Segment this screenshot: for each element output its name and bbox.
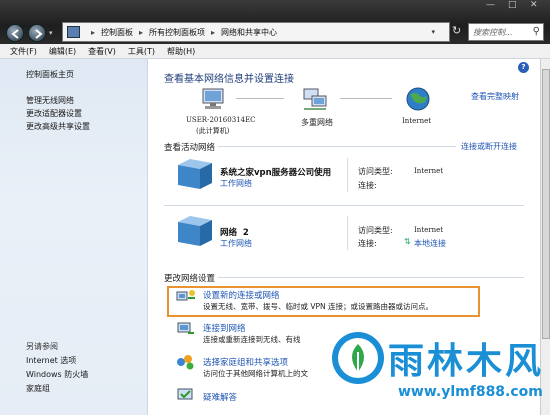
- scrollbar-thumb[interactable]: [542, 69, 550, 339]
- breadcrumb-separator-icon: ▸: [91, 27, 96, 37]
- menu-help[interactable]: 帮助(H): [167, 46, 195, 57]
- close-icon[interactable]: ✕: [530, 0, 538, 10]
- back-button[interactable]: [6, 24, 24, 42]
- map-connector-line: [236, 98, 284, 99]
- task-title[interactable]: 选择家庭组和共享选项: [203, 356, 288, 368]
- breadcrumb-all-items[interactable]: 所有控制面板项: [149, 27, 205, 38]
- work-network-icon: [178, 159, 212, 189]
- menu-tools[interactable]: 工具(T): [128, 46, 155, 57]
- local-connection-link[interactable]: 本地连接: [414, 238, 446, 249]
- access-type-value: Internet: [414, 167, 444, 175]
- computer-name: USER-20160314EC: [186, 116, 256, 124]
- refresh-icon[interactable]: ↻: [452, 24, 466, 38]
- troubleshoot-icon: [177, 388, 193, 400]
- watermark-logo-icon: [332, 332, 384, 384]
- homegroup-icon: [177, 355, 194, 370]
- menu-view[interactable]: 查看(V): [88, 46, 116, 57]
- search-input[interactable]: 搜索控制... ⚲: [468, 23, 544, 41]
- maximize-icon[interactable]: □: [508, 0, 517, 10]
- forward-arrow-icon: [35, 29, 43, 39]
- address-dropdown-icon[interactable]: ▾: [431, 28, 435, 36]
- connection-label: 连接:: [358, 239, 377, 248]
- breadcrumb-network-center[interactable]: 网络和共享中心: [221, 27, 277, 38]
- minimize-icon[interactable]: —: [486, 0, 495, 10]
- help-icon[interactable]: ?: [518, 62, 529, 73]
- menu-bar: 文件(F) 编辑(E) 查看(V) 工具(T) 帮助(H): [0, 44, 550, 59]
- access-type-label: 访问类型:: [358, 167, 393, 176]
- back-arrow-icon: [11, 29, 19, 39]
- divider: [164, 205, 524, 206]
- access-type-label: 访问类型:: [358, 226, 393, 235]
- network-type-link[interactable]: 工作网络: [220, 178, 252, 189]
- watermark: 雨林木风 www.ylmf888.com: [330, 326, 545, 414]
- divider: [347, 216, 348, 250]
- active-networks-title: 查看活动网络: [164, 143, 216, 153]
- connect-network-icon: [177, 322, 194, 334]
- breadcrumb-control-panel[interactable]: 控制面板: [101, 27, 133, 38]
- connection-label: 连接:: [358, 181, 377, 190]
- new-connection-icon: [176, 290, 195, 301]
- network-type-link[interactable]: 工作网络: [220, 238, 252, 249]
- divider: [218, 146, 456, 147]
- network-name: 网络 2: [220, 228, 249, 238]
- search-placeholder: 搜索控制...: [473, 28, 513, 37]
- menu-edit[interactable]: 编辑(E): [49, 46, 76, 57]
- task-title[interactable]: 连接到网络: [203, 322, 246, 334]
- task-title[interactable]: 疑难解答: [203, 391, 237, 403]
- address-bar[interactable]: ▸ 控制面板 ▸ 所有控制面板项 ▸ 网络和共享中心 ▾: [62, 22, 450, 42]
- menu-file[interactable]: 文件(F): [10, 46, 37, 57]
- internet-label: Internet: [402, 117, 432, 125]
- sidebar-link-wireless[interactable]: 管理无线网络: [26, 95, 74, 106]
- see-also-title: 另请参阅: [26, 342, 58, 351]
- task-title[interactable]: 设置新的连接或网络: [203, 289, 280, 301]
- local-connection-icon: ⇅: [404, 237, 411, 246]
- breadcrumb-separator-icon: ▸: [139, 27, 144, 37]
- breadcrumb-separator-icon: ▸: [211, 27, 216, 37]
- sidebar: 控制面板主页 管理无线网络 更改适配器设置 更改高级共享设置 另请参阅 Inte…: [0, 59, 148, 415]
- sidebar-link-internet-options[interactable]: Internet 选项: [26, 355, 76, 366]
- sidebar-link-homegroup[interactable]: 家庭组: [26, 383, 50, 394]
- network-name: 系统之家vpn服务器公司使用: [220, 168, 332, 178]
- full-map-link[interactable]: 查看完整映射: [471, 91, 519, 102]
- watermark-url: www.ylmf888.com: [398, 384, 543, 400]
- task-description: 访问位于其他网络计算机上的文: [203, 369, 308, 378]
- divider: [218, 277, 524, 278]
- sidebar-link-home[interactable]: 控制面板主页: [26, 69, 74, 80]
- connect-disconnect-link[interactable]: 连接或断开连接: [461, 141, 517, 152]
- sidebar-link-adapter[interactable]: 更改适配器设置: [26, 108, 82, 119]
- change-settings-title: 更改网络设置: [164, 274, 216, 284]
- watermark-text: 雨林木风: [388, 341, 545, 382]
- computer-icon: [202, 88, 224, 109]
- task-description: 设置无线、宽带、拨号、临时或 VPN 连接；或设置路由器或访问点。: [203, 302, 434, 311]
- control-panel-icon: [67, 26, 80, 38]
- history-dropdown-icon[interactable]: ▾: [49, 29, 53, 37]
- map-connector-line: [340, 98, 392, 99]
- computer-sub: (此计算机): [196, 127, 230, 135]
- search-icon[interactable]: ⚲: [533, 26, 540, 37]
- globe-icon: [406, 87, 430, 111]
- divider: [347, 158, 348, 192]
- sidebar-link-sharing[interactable]: 更改高级共享设置: [26, 121, 90, 132]
- forward-button[interactable]: [28, 24, 46, 42]
- access-type-value: Internet: [414, 226, 444, 234]
- multiple-networks-label: 多重网络: [301, 118, 333, 127]
- multiple-networks-icon: [303, 88, 327, 110]
- task-description: 连接或重新连接到无线、有线: [203, 335, 301, 344]
- sidebar-link-firewall[interactable]: Windows 防火墙: [26, 369, 88, 380]
- page-title: 查看基本网络信息并设置连接: [164, 74, 294, 85]
- window-titlebar: — □ ✕ ▾ ▸ 控制面板 ▸ 所有控制面板项 ▸ 网络和共享中心 ▾ ↻ 搜…: [0, 0, 550, 44]
- work-network-icon: [178, 216, 212, 246]
